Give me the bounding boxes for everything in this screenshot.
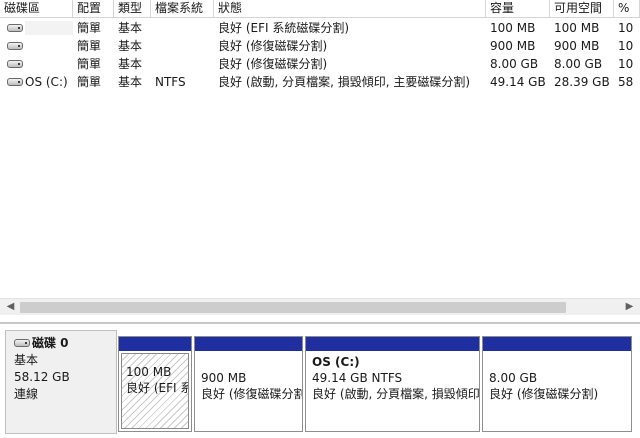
partition-bar [195,337,302,351]
partition-title: OS (C:) [312,355,360,369]
scroll-left-icon[interactable]: ◀ [2,299,19,316]
drive-icon [7,59,23,68]
volume-type: 基本 [118,75,143,89]
partition-bar [119,337,191,351]
volume-filesystem: NTFS [155,75,186,89]
volume-layout: 簡單 [77,57,102,71]
volume-free-space: 900 MB [554,39,600,53]
partition-efi[interactable]: 100 MB 良好 (EFI 系統磁碟分割) [118,336,192,432]
volume-free-space: 28.39 GB [554,75,610,89]
volume-layout: 簡單 [77,21,102,35]
partition-status: 良好 (修復磁碟分割) [489,387,599,401]
volume-row[interactable]: 簡單 基本 良好 (EFI 系統磁碟分割) 100 MB 100 MB 10 [0,19,640,37]
scroll-right-icon[interactable]: ▶ [621,299,638,316]
disk-name: 磁碟 0 [32,336,69,350]
volume-name [25,20,73,35]
partition-body: 900 MB 良好 (修復磁碟分割) [195,351,302,402]
column-header-type[interactable]: 類型 [114,0,151,18]
partition-status: 良好 (EFI 系統磁碟分割) [126,381,188,395]
column-header-capacity[interactable]: 容量 [486,0,550,18]
volume-status: 良好 (EFI 系統磁碟分割) [218,21,350,35]
partition-status: 良好 (修復磁碟分割) [201,387,302,401]
volume-capacity: 8.00 GB [490,57,539,71]
volume-name-cell [0,19,73,37]
volume-percent-free: 10 [618,57,634,71]
volume-row[interactable]: 簡單 基本 良好 (修復磁碟分割) 900 MB 900 MB 10 [0,37,640,55]
volume-status: 良好 (修復磁碟分割) [218,39,328,53]
volume-percent-free: 58 [618,75,634,89]
partition-body: OS (C:) 49.14 GB NTFS 良好 (啟動, 分頁檔案, 損毀傾印… [306,351,479,402]
volume-status: 良好 (修復磁碟分割) [218,57,328,71]
volume-free-space: 8.00 GB [554,57,603,71]
column-header-layout[interactable]: 配置 [73,0,114,18]
partition-size: 8.00 GB [489,371,538,385]
drive-icon [7,77,23,86]
volume-capacity: 900 MB [490,39,536,53]
volume-status: 良好 (啟動, 分頁檔案, 損毀傾印, 主要磁碟分割) [218,75,471,89]
disk-type: 基本 [14,353,39,367]
volume-percent-free: 10 [618,39,634,53]
partition-bar [306,337,479,351]
volume-filesystem [151,19,214,37]
disk-title: 磁碟 0 [14,335,116,352]
column-header-volume[interactable]: 磁碟區 [0,0,73,18]
partition-recovery-2[interactable]: 8.00 GB 良好 (修復磁碟分割) [482,336,632,432]
partition-body: 8.00 GB 良好 (修復磁碟分割) [483,351,631,402]
volume-row[interactable]: OS (C:) 簡單 基本 NTFS 良好 (啟動, 分頁檔案, 損毀傾印, 主… [0,73,640,91]
partition-body: 100 MB 良好 (EFI 系統磁碟分割) [121,353,189,429]
partition-size: 900 MB [201,371,247,385]
drive-icon [7,41,23,50]
disk-info-box[interactable]: 磁碟 0 基本 58.12 GB 連線 [5,330,117,434]
volume-name-cell: OS (C:) [0,73,73,91]
partition-status: 良好 (啟動, 分頁檔案, 損毀傾印, 主要磁碟分割) [312,387,479,401]
volume-percent-free: 10 [618,21,634,35]
volume-name: OS (C:) [25,75,68,89]
volume-name-cell [0,55,73,73]
disk-size: 58.12 GB [14,370,70,384]
volume-free-space: 100 MB [554,21,600,35]
volume-type: 基本 [118,57,143,71]
disk-state: 連線 [14,387,39,401]
volume-list: 磁碟區 配置 類型 檔案系統 狀態 容量 可用空間 % 簡單 基本 良好 (EF… [0,0,640,318]
column-header-filesystem[interactable]: 檔案系統 [151,0,214,18]
column-header-row: 磁碟區 配置 類型 檔案系統 狀態 容量 可用空間 % [0,0,640,18]
volume-type: 基本 [118,39,143,53]
disk-map-panel: 磁碟 0 基本 58.12 GB 連線 100 MB 良好 (EFI 系統磁碟分… [0,322,640,438]
partition-size: 100 MB [126,365,172,379]
column-header-percent-free[interactable]: % [614,0,640,18]
partition-size: 49.14 GB NTFS [312,371,403,385]
partition-os-c[interactable]: OS (C:) 49.14 GB NTFS 良好 (啟動, 分頁檔案, 損毀傾印… [305,336,480,432]
volume-capacity: 100 MB [490,21,536,35]
drive-icon [7,23,23,32]
horizontal-scrollbar[interactable]: ◀ ▶ [0,298,640,315]
partition-title [489,354,628,370]
volume-layout: 簡單 [77,75,102,89]
volume-name-cell [0,37,73,55]
volume-row[interactable]: 簡單 基本 良好 (修復磁碟分割) 8.00 GB 8.00 GB 10 [0,55,640,73]
volume-filesystem [151,37,214,55]
volume-layout: 簡單 [77,39,102,53]
partition-bar [483,337,631,351]
column-header-free-space[interactable]: 可用空間 [550,0,614,18]
volume-capacity: 49.14 GB [490,75,546,89]
volume-filesystem [151,55,214,73]
scrollbar-thumb[interactable] [20,302,566,313]
partition-recovery-1[interactable]: 900 MB 良好 (修復磁碟分割) [194,336,303,432]
partition-title [201,354,299,370]
volume-type: 基本 [118,21,143,35]
column-header-status[interactable]: 狀態 [214,0,486,18]
disk-icon [14,338,30,347]
